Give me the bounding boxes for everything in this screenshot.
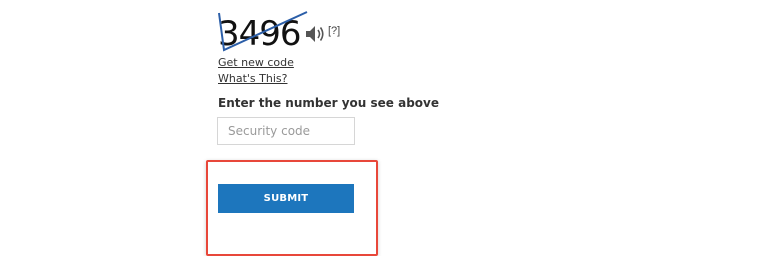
captcha-help-link[interactable]: [?]: [328, 25, 340, 37]
captcha-prompt-label: Enter the number you see above: [218, 96, 439, 110]
captcha-area: 3496 [?]: [217, 10, 357, 54]
whats-this-link[interactable]: What's This?: [218, 72, 287, 85]
security-code-input[interactable]: [217, 117, 355, 145]
captcha-strike-lines: [218, 11, 308, 52]
submit-button[interactable]: SUBMIT: [218, 184, 354, 213]
captcha-image: 3496: [217, 10, 308, 54]
speaker-icon[interactable]: [304, 23, 326, 45]
get-new-code-link[interactable]: Get new code: [218, 56, 294, 69]
